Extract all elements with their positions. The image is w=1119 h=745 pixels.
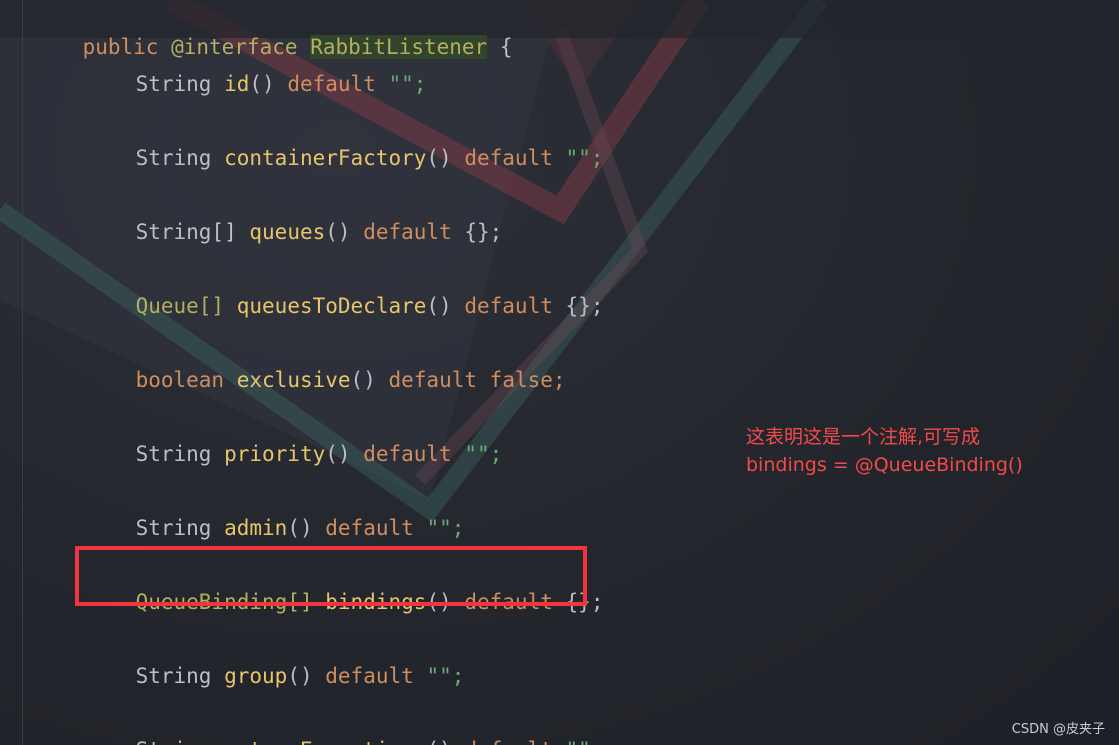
member-name: group <box>224 664 288 688</box>
default-value: {}; <box>464 220 503 244</box>
default-value: ""; <box>388 72 427 96</box>
member-name: priority <box>224 442 326 466</box>
member-name: admin <box>224 516 288 540</box>
member-parens: () <box>249 72 275 96</box>
member-type: boolean <box>135 368 225 392</box>
member-name: returnExceptions <box>224 738 426 745</box>
red-highlight-box <box>75 546 587 606</box>
default-keyword: default <box>464 738 553 745</box>
default-value: ""; <box>426 664 465 688</box>
code-editor[interactable]: public @interface RabbitListener { Strin… <box>0 0 1119 745</box>
default-keyword: default <box>464 294 553 318</box>
default-value: false; <box>489 368 566 392</box>
member-line[interactable]: String group() default ""; <box>85 637 465 688</box>
note-line-1: 这表明这是一个注解,可写成 <box>746 426 981 448</box>
member-type: String <box>135 664 212 688</box>
member-parens: () <box>350 368 376 392</box>
member-name: queues <box>249 220 326 244</box>
member-line[interactable]: String admin() default ""; <box>85 489 465 540</box>
watermark: CSDN @皮夹子 <box>1011 722 1105 737</box>
member-parens: () <box>287 664 313 688</box>
default-value: ""; <box>426 516 465 540</box>
member-line[interactable]: String[] queues() default {}; <box>85 193 503 244</box>
default-keyword: default <box>363 220 452 244</box>
default-value: ""; <box>565 146 604 170</box>
default-keyword: default <box>388 368 478 392</box>
member-parens: () <box>325 442 351 466</box>
member-parens: () <box>426 738 451 745</box>
member-name: exclusive <box>236 368 351 392</box>
member-parens: () <box>325 220 351 244</box>
open-brace-token: { <box>499 35 513 59</box>
member-parens: () <box>287 516 313 540</box>
default-value: ""; <box>566 738 604 745</box>
member-line[interactable]: String priority() default ""; <box>85 415 503 466</box>
default-keyword: default <box>325 516 414 540</box>
default-keyword: default <box>363 442 452 466</box>
member-name: id <box>224 72 250 96</box>
member-line[interactable]: Queue[] queuesToDeclare() default {}; <box>85 267 604 318</box>
default-keyword: default <box>325 664 414 688</box>
default-keyword: default <box>464 146 553 170</box>
member-line[interactable]: String containerFactory() default ""; <box>85 119 604 170</box>
default-value: ""; <box>464 442 503 466</box>
interface-declaration[interactable]: public @interface RabbitListener { <box>32 8 513 59</box>
member-type: String <box>135 516 212 540</box>
member-name: containerFactory <box>224 146 427 170</box>
default-value: {}; <box>565 294 604 318</box>
member-line[interactable]: String id() default ""; <box>85 45 427 96</box>
member-type: String <box>135 442 212 466</box>
gutter-divider <box>22 0 23 745</box>
default-keyword: default <box>287 72 376 96</box>
member-line[interactable]: String returnExceptions() default ""; <box>85 711 604 745</box>
member-line[interactable]: boolean exclusive() default false; <box>85 341 566 392</box>
member-type: String <box>135 146 212 170</box>
member-name: queuesToDeclare <box>236 294 427 318</box>
member-type: String <box>135 72 212 96</box>
member-type: Queue[] <box>135 294 225 318</box>
member-parens: () <box>426 146 452 170</box>
member-type: String[] <box>135 220 237 244</box>
member-type: String <box>136 738 212 745</box>
note-line-2: bindings = @QueueBinding() <box>746 454 1023 476</box>
annotation-note: 这表明这是一个注解,可写成 bindings = @QueueBinding() <box>746 423 1023 479</box>
member-parens: () <box>426 294 452 318</box>
